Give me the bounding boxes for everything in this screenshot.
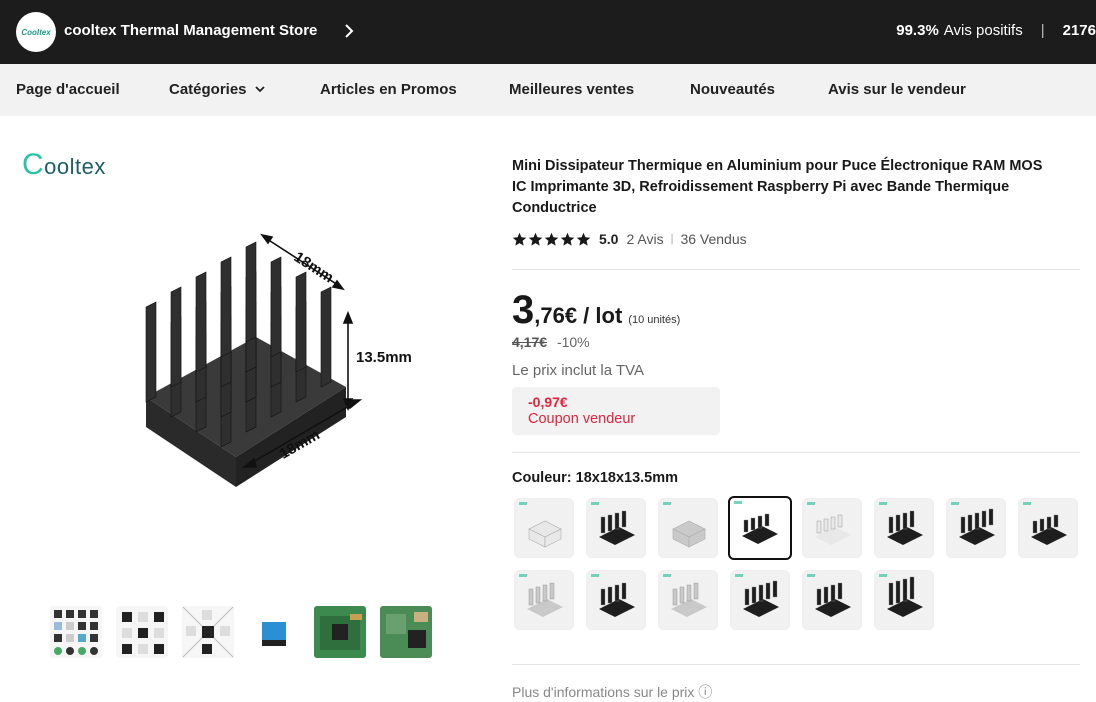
gallery-thumbnails — [50, 606, 432, 658]
price: 3 ,76€ / lot (10 unités) — [512, 288, 680, 333]
color-swatch[interactable] — [874, 498, 934, 558]
old-price-row: 4,17€ -10% — [512, 334, 590, 350]
color-swatch[interactable] — [586, 498, 646, 558]
nav-seller-reviews[interactable]: Avis sur le vendeur — [828, 81, 966, 98]
coupon-amount: -0,97€ — [528, 394, 568, 410]
main-product-image[interactable] — [116, 227, 456, 527]
followers-count: 2176 — [1062, 22, 1096, 39]
product-title: Mini Dissipateur Thermique en Aluminium … — [512, 158, 1043, 216]
color-label: Couleur: 18x18x13.5mm — [512, 470, 679, 486]
product-info: Mini Dissipateur Thermique en Aluminium … — [512, 156, 1082, 247]
chevron-right-icon[interactable] — [344, 22, 354, 40]
divider — [512, 452, 1080, 453]
price-integer: 3 — [512, 288, 535, 332]
store-stats: 99.3% Avis positifs | 2176 — [896, 22, 1096, 39]
color-swatch[interactable] — [874, 570, 934, 630]
color-swatch[interactable] — [728, 496, 792, 560]
price-unit: (10 unités) — [628, 314, 681, 326]
nav-home[interactable]: Page d'accueil — [16, 81, 120, 98]
tva-note: Le prix inclut la TVA — [512, 362, 645, 379]
divider — [512, 269, 1080, 270]
color-swatch[interactable] — [802, 570, 862, 630]
thumbnail[interactable] — [248, 606, 300, 658]
color-swatch[interactable] — [730, 570, 790, 630]
thumbnail[interactable] — [116, 606, 168, 658]
thumbnail[interactable] — [182, 606, 234, 658]
star-icon — [528, 232, 543, 246]
thumbnail[interactable] — [50, 606, 102, 658]
sold-count: 36 Vendus — [680, 231, 747, 247]
star-icon — [512, 232, 527, 246]
color-swatch[interactable] — [658, 498, 718, 558]
seller-coupon[interactable]: -0,97€ Coupon vendeur — [512, 387, 720, 435]
store-header: Cooltex cooltex Thermal Management Store… — [0, 0, 1096, 64]
product-gallery: Cooltex 18mm 13.5mm 18mm — [16, 132, 464, 592]
rating-value: 5.0 — [599, 231, 619, 247]
nav-promos[interactable]: Articles en Promos — [320, 81, 457, 98]
color-swatch[interactable] — [586, 570, 646, 630]
rating-row: 5.0 2 Avis | 36 Vendus — [512, 231, 1082, 247]
store-name-link[interactable]: cooltex Thermal Management Store — [64, 22, 317, 39]
thumbnail[interactable] — [314, 606, 366, 658]
color-swatch[interactable] — [1018, 498, 1078, 558]
store-logo[interactable]: Cooltex — [16, 12, 56, 52]
color-swatch[interactable] — [802, 498, 862, 558]
positive-rating-percent: 99.3% — [896, 22, 939, 39]
rating-separator: | — [670, 233, 674, 245]
stats-separator: | — [1040, 22, 1045, 39]
color-swatch[interactable] — [946, 498, 1006, 558]
star-icon — [560, 232, 575, 246]
color-swatch[interactable] — [514, 498, 574, 558]
price-info-link[interactable]: Plus d'informations sur le prix ⓘ — [512, 682, 712, 702]
old-price: 4,17€ — [512, 334, 548, 350]
nav-categories-label: Catégories — [169, 81, 247, 98]
chevron-down-icon — [254, 86, 265, 93]
dimension-height-label: 13.5mm — [356, 349, 412, 366]
nav-categories[interactable]: Catégories — [169, 81, 265, 98]
rating-stars[interactable] — [512, 232, 591, 247]
nav-new-arrivals[interactable]: Nouveautés — [690, 81, 775, 98]
divider — [512, 664, 1080, 665]
color-swatch[interactable] — [514, 570, 574, 630]
coupon-label: Coupon vendeur — [528, 411, 636, 427]
star-icon — [544, 232, 559, 246]
reviews-link[interactable]: 2 Avis — [626, 231, 663, 247]
star-icon — [576, 232, 591, 246]
brand-logo: Cooltex — [22, 148, 106, 181]
store-nav: Page d'accueil Catégories Articles en Pr… — [0, 64, 1096, 116]
color-swatch[interactable] — [658, 570, 718, 630]
price-decimal: ,76€ / lot — [534, 303, 623, 328]
nav-best-sellers[interactable]: Meilleures ventes — [509, 81, 634, 98]
positive-rating-label: Avis positifs — [943, 22, 1023, 39]
thumbnail[interactable] — [380, 606, 432, 658]
discount-percent: -10% — [556, 334, 590, 350]
